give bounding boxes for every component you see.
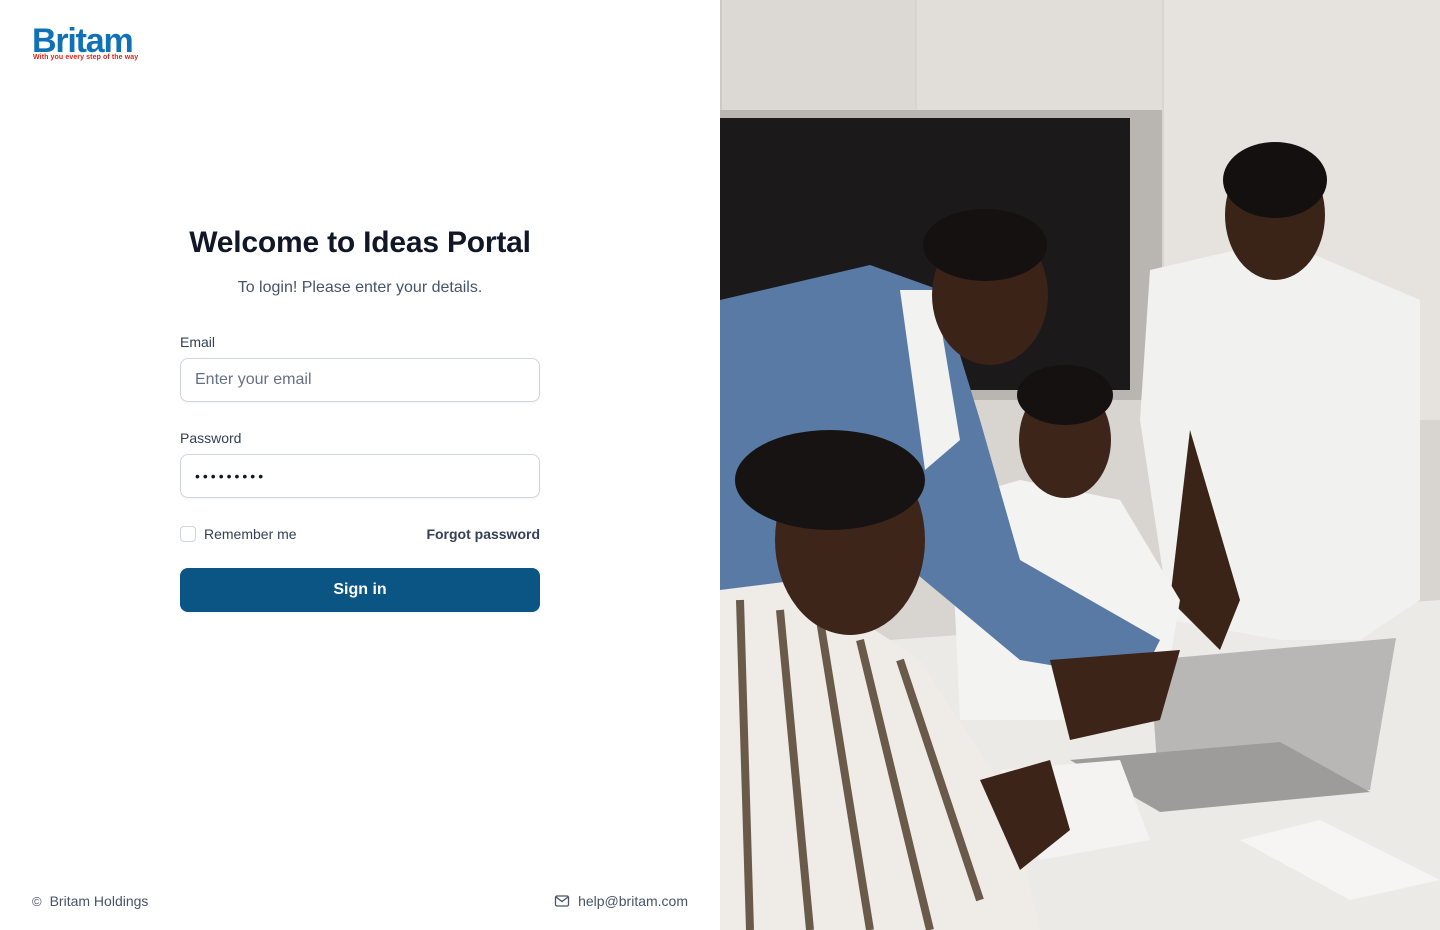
remember-me[interactable]: Remember me: [180, 526, 297, 542]
britam-logo[interactable]: Britam With you every step of the way: [32, 22, 152, 66]
hero-image: [720, 0, 1440, 930]
password-field[interactable]: [180, 454, 540, 498]
form-options-row: Remember me Forgot password: [180, 524, 540, 544]
footer-contact[interactable]: help@britam.com: [554, 893, 688, 909]
email-field[interactable]: [180, 358, 540, 402]
logo-tagline: With you every step of the way: [33, 54, 139, 61]
login-form: Welcome to Ideas Portal To login! Please…: [180, 224, 540, 612]
login-panel: Britam With you every step of the way We…: [0, 0, 720, 930]
forgot-password-link[interactable]: Forgot password: [426, 526, 540, 542]
footer-copyright: © Britam Holdings: [32, 893, 148, 909]
remember-me-label[interactable]: Remember me: [204, 526, 297, 542]
email-label: Email: [180, 334, 216, 350]
page-title: Welcome to Ideas Portal: [189, 226, 531, 259]
copyright-icon: ©: [32, 893, 42, 909]
copyright-text: Britam Holdings: [49, 893, 149, 909]
contact-email[interactable]: help@britam.com: [578, 893, 688, 909]
password-label: Password: [180, 430, 242, 446]
sign-in-button[interactable]: Sign in: [180, 568, 540, 612]
page-subtitle: To login! Please enter your details.: [237, 279, 483, 296]
remember-me-checkbox[interactable]: [180, 526, 196, 542]
mail-icon: [554, 895, 570, 907]
team-meeting-photo: [720, 0, 1440, 930]
